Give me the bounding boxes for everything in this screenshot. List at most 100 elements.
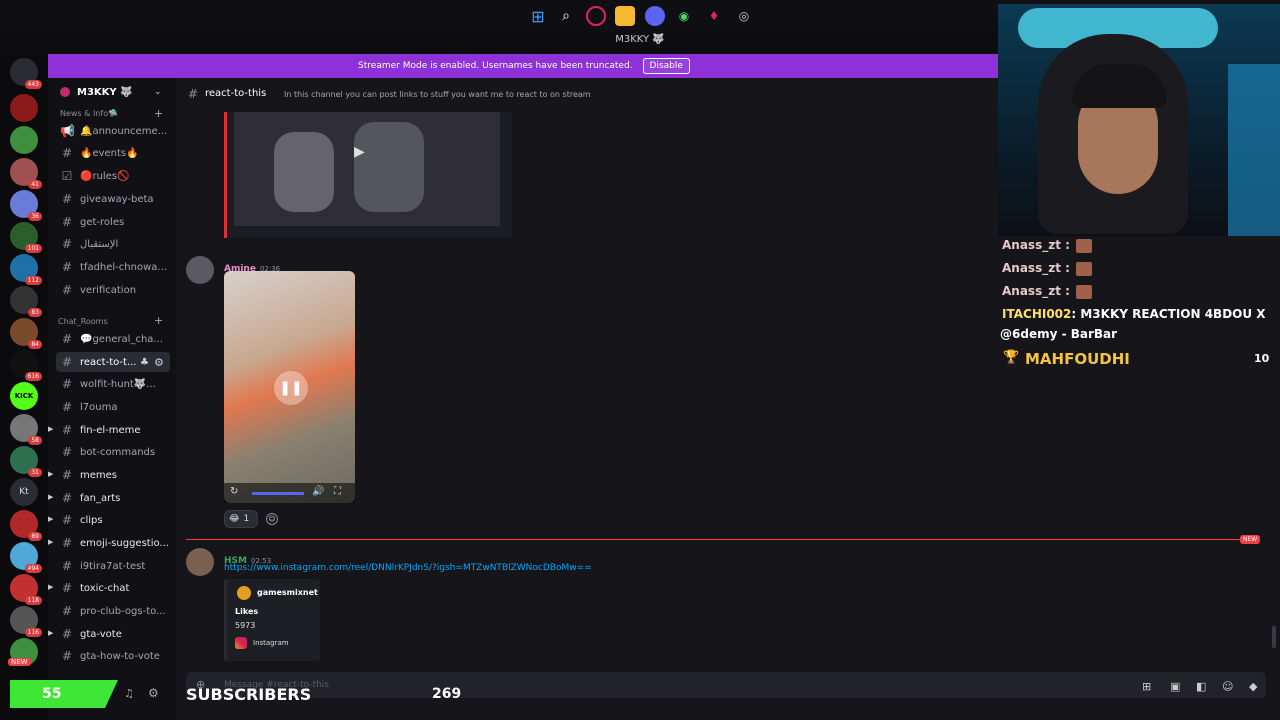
pause-icon[interactable]: ❚❚ [274, 371, 308, 405]
server-icon[interactable]: 36 [10, 190, 42, 221]
scrollbar[interactable] [1272, 626, 1276, 648]
channel-label: 🔔announceme... [80, 125, 168, 137]
invite-icon[interactable]: ♣ [140, 357, 149, 368]
server-icon[interactable]: 89 [10, 510, 42, 541]
play-icon[interactable]: ▶ [354, 144, 365, 160]
channel-item[interactable]: # gta-how-to-vote [56, 646, 170, 666]
opera-icon[interactable] [586, 6, 606, 26]
server-icon[interactable]: 58 [10, 414, 42, 445]
server-icon[interactable]: 101 [10, 222, 42, 253]
channel-item[interactable]: # l7ouma [56, 397, 170, 417]
channel-item[interactable]: # gta-vote [56, 624, 170, 644]
server-icon[interactable]: 116 [10, 606, 42, 637]
channel-item[interactable]: 📢 🔔announceme... [56, 121, 170, 141]
app-icon[interactable]: ◉ [674, 6, 694, 26]
emoji-icon[interactable]: ☺ [1222, 680, 1233, 693]
avatar[interactable] [186, 256, 214, 284]
hash-icon: # [61, 649, 73, 663]
expand-arrow-icon[interactable]: ▶ [48, 583, 53, 591]
channel-item[interactable]: # الإستقبال [56, 234, 170, 254]
disable-button[interactable]: Disable [642, 58, 690, 74]
channel-item[interactable]: # toxic-chat [56, 578, 170, 598]
discord-icon[interactable] [645, 6, 665, 26]
channel-item[interactable]: ☑ 🔴rules🚫 [56, 166, 170, 186]
channel-item[interactable]: # verification [56, 280, 170, 300]
category-news[interactable]: News & Info🛸 [60, 109, 118, 118]
expand-arrow-icon[interactable]: ▶ [48, 538, 53, 546]
hash-icon: # [61, 604, 73, 618]
reaction-chip[interactable]: 😂 1 [224, 510, 258, 528]
fullscreen-icon[interactable]: ⛶ [334, 486, 341, 497]
channel-item[interactable]: # wolfit-hunt🐺... [56, 374, 170, 394]
channel-item[interactable]: # fin-el-meme [56, 420, 170, 440]
channel-item[interactable]: # react-to-t... [56, 352, 170, 372]
channel-label: wolfit-hunt🐺... [80, 378, 156, 390]
expand-arrow-icon[interactable]: ▶ [48, 425, 53, 433]
hash-icon: # [61, 468, 73, 482]
channel-item[interactable]: # clips [56, 510, 170, 530]
category-chat-rooms[interactable]: Chat_Rooms [58, 317, 108, 326]
steam-icon[interactable]: ◎ [734, 6, 754, 26]
apps-icon[interactable]: ◆ [1249, 680, 1257, 693]
server-icon[interactable] [10, 94, 38, 122]
channel-item[interactable]: # emoji-suggestio... [56, 533, 170, 553]
search-icon[interactable]: ⌕ [556, 6, 576, 26]
server-icon[interactable]: 84 [10, 318, 42, 349]
channel-label: get-roles [80, 216, 125, 228]
dm-home-icon[interactable]: 443 [10, 58, 42, 89]
hash-icon: # [61, 445, 73, 459]
expand-arrow-icon[interactable]: ▶ [48, 515, 53, 523]
server-icon[interactable]: 118 [10, 574, 42, 605]
expand-arrow-icon[interactable]: ▶ [48, 629, 53, 637]
video-thumbnail[interactable]: ▶ [234, 112, 500, 226]
guild-name[interactable]: M3KKY 🐺 [77, 87, 133, 98]
server-icon[interactable]: 616 [10, 350, 42, 381]
channel-item[interactable]: # bot-commands [56, 442, 170, 462]
headphones-icon[interactable]: ♫ [124, 687, 134, 700]
server-icon[interactable]: 31 [10, 446, 42, 477]
gear-icon[interactable]: ⚙ [154, 356, 164, 369]
channel-item[interactable]: # 🔥events🔥 [56, 143, 170, 163]
server-icon[interactable]: 83 [10, 286, 42, 317]
kick-server-icon[interactable]: KICK [10, 382, 38, 410]
volume-icon[interactable]: 🔊 [312, 486, 324, 497]
emote-icon [1075, 238, 1092, 253]
chevron-down-icon[interactable]: ⌄ [154, 87, 162, 97]
avatar[interactable] [186, 548, 214, 576]
gear-icon[interactable]: ⚙ [148, 686, 159, 700]
channel-label: 🔴rules🚫 [80, 170, 130, 182]
video-player[interactable]: ❚❚ ↻ 🔊 ⛶ [224, 271, 355, 503]
replay-icon[interactable]: ↻ [230, 486, 238, 497]
embed-account[interactable]: gamesmixnet [257, 588, 318, 597]
channel-item[interactable]: # fan_arts [56, 488, 170, 508]
add-reaction-icon[interactable]: ☺ [266, 513, 278, 525]
progress-bar[interactable] [252, 492, 304, 495]
add-channel-icon[interactable]: + [154, 107, 163, 120]
channel-item[interactable]: # tfadhel-chnowa... [56, 257, 170, 277]
channel-item[interactable]: # get-roles [56, 212, 170, 232]
pin-icon[interactable]: ♦ [704, 6, 724, 26]
hash-icon: # [61, 332, 73, 346]
windows-start-icon[interactable]: ⊞ [528, 6, 548, 26]
server-icon[interactable] [10, 126, 38, 154]
server-icon[interactable]: 41 [10, 158, 42, 189]
checkbox-icon: ☑ [61, 169, 73, 183]
hash-icon: # [61, 491, 73, 505]
gift-icon[interactable]: ⊞ [1142, 680, 1151, 693]
channel-item[interactable]: # memes [56, 465, 170, 485]
add-channel-icon[interactable]: + [154, 314, 163, 327]
channel-item[interactable]: # 💬general_cha... [56, 329, 170, 349]
sticker-icon[interactable]: ◧ [1196, 680, 1206, 693]
server-icon[interactable]: 112 [10, 254, 42, 285]
expand-arrow-icon[interactable]: ▶ [48, 470, 53, 478]
channel-item[interactable]: # pro-club-ogs-to... [56, 601, 170, 621]
expand-arrow-icon[interactable]: ▶ [48, 493, 53, 501]
channel-item[interactable]: # giveaway-beta [56, 189, 170, 209]
channel-item[interactable]: # i9tira7at-test [56, 556, 170, 576]
gif-icon[interactable]: ▣ [1170, 680, 1180, 693]
channel-label: pro-club-ogs-to... [80, 605, 166, 617]
message-link[interactable]: https://www.instagram.com/reel/DNNlrKPJd… [224, 563, 592, 573]
folder-icon[interactable] [615, 6, 635, 26]
server-icon[interactable]: 494 [10, 542, 42, 573]
server-icon[interactable]: Kt [10, 478, 38, 506]
